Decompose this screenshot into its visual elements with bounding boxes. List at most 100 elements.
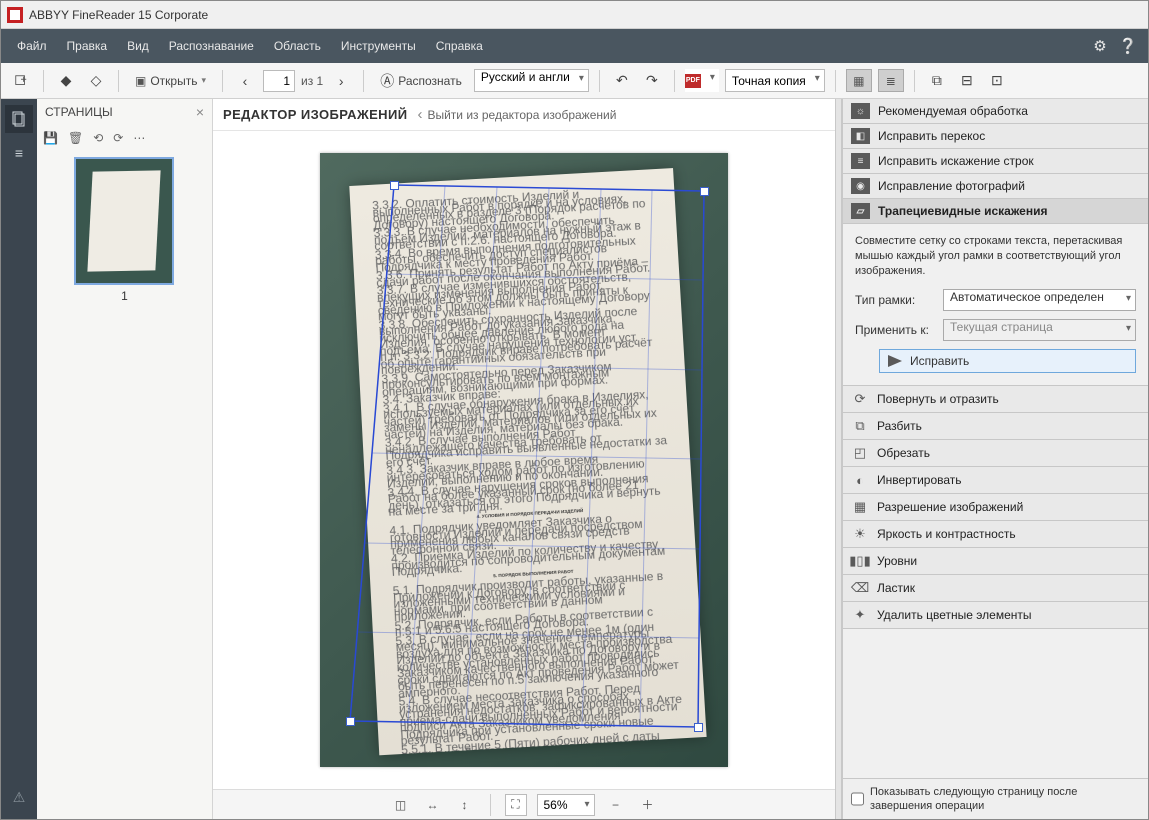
- menu-recognize[interactable]: Распознавание: [159, 33, 264, 59]
- rerecognize-button[interactable]: ⟳: [113, 131, 123, 145]
- tool-brightness[interactable]: ☀ Яркость и контрастность: [843, 521, 1148, 548]
- lines-icon: ≡: [851, 153, 870, 169]
- right-panel-footer: Показывать следующую страницу после заве…: [843, 778, 1148, 819]
- settings-icon[interactable]: ⚙: [1086, 37, 1114, 55]
- zoom-out-button[interactable]: −: [605, 794, 627, 816]
- open-button-label: Открыть: [150, 74, 197, 88]
- open-button[interactable]: ▣ Открыть ▾: [129, 70, 212, 92]
- zoom-select[interactable]: 56%: [537, 794, 595, 816]
- tool-invert[interactable]: ◐ Инвертировать: [843, 467, 1148, 494]
- pages-toolbar: 💾 🗑 ⟲ ⟳ ⋯: [37, 125, 212, 151]
- invert-icon: ◐: [851, 471, 869, 489]
- pages-panel-title: СТРАНИЦЫ: [45, 105, 113, 119]
- fit-width-button[interactable]: ↔: [422, 794, 444, 816]
- tool-photo-correction[interactable]: ◉ Исправление фотографий: [843, 174, 1148, 199]
- layer-down-icon[interactable]: ◇: [84, 69, 108, 93]
- editor-title: РЕДАКТОР ИЗОБРАЖЕНИЙ: [223, 107, 407, 122]
- recognize-icon: Ⓐ: [380, 71, 394, 91]
- tool-straighten-lines[interactable]: ≡ Исправить искажение строк: [843, 149, 1148, 174]
- language-select[interactable]: Русский и англи: [474, 69, 589, 92]
- tool-split[interactable]: ⧉ Разбить: [843, 413, 1148, 440]
- menu-help[interactable]: Справка: [426, 33, 493, 59]
- menubar: Файл Правка Вид Распознавание Область Ин…: [1, 29, 1148, 63]
- right-panel-resize-handle[interactable]: [835, 99, 842, 819]
- prev-page-button[interactable]: ‹: [233, 69, 257, 93]
- apply-to-label: Применить к:: [855, 323, 935, 337]
- tool-rotate[interactable]: ⟳ Повернуть и отразить: [843, 386, 1148, 413]
- trapezoid-handle-tl[interactable]: [390, 181, 399, 190]
- layer-up-icon[interactable]: ◆: [54, 69, 78, 93]
- trapezoid-settings: Совместите сетку со строками текста, пер…: [843, 224, 1148, 386]
- image-editor: РЕДАКТОР ИЗОБРАЖЕНИЙ ‹ Выйти из редактор…: [213, 99, 835, 819]
- frame-type-select[interactable]: Автоматическое определен: [943, 289, 1136, 311]
- page-total-label: из 1: [301, 74, 323, 88]
- new-task-button[interactable]: [9, 69, 33, 93]
- area-tool-1[interactable]: ⧉: [925, 69, 949, 93]
- editor-canvas[interactable]: 3.3.2. Оплатить стоимость Изделий и выпо…: [213, 131, 835, 789]
- tab-pages[interactable]: [5, 105, 33, 133]
- export-mode-select[interactable]: Точная копия: [725, 69, 825, 92]
- tab-list[interactable]: ≡: [5, 139, 33, 167]
- zoom-in-button[interactable]: ＋: [637, 794, 659, 816]
- menu-edit[interactable]: Правка: [57, 33, 118, 59]
- page-thumbnail[interactable]: 1: [74, 157, 176, 303]
- camera-icon: ◉: [851, 178, 870, 194]
- area-tool-3[interactable]: ⊡: [985, 69, 1009, 93]
- redo-button[interactable]: ↷: [640, 69, 664, 93]
- exit-editor-label: Выйти из редактора изображений: [427, 108, 616, 122]
- view-image-toggle[interactable]: ▦: [846, 69, 872, 92]
- frame-type-label: Тип рамки:: [855, 293, 935, 307]
- save-page-button[interactable]: 💾: [43, 131, 58, 145]
- view-text-toggle[interactable]: ≣: [878, 69, 904, 92]
- page-number-input[interactable]: [263, 70, 295, 92]
- menu-area[interactable]: Область: [264, 33, 331, 59]
- fit-selection-button[interactable]: ◫: [390, 794, 412, 816]
- exit-editor-button[interactable]: ‹ Выйти из редактора изображений: [417, 106, 616, 123]
- right-tools-panel: ☼ Рекомендуемая обработка ◧ Исправить пе…: [842, 99, 1148, 819]
- pdf-icon: PDF: [685, 74, 701, 88]
- trapezoid-icon: ▱: [851, 203, 870, 219]
- show-next-page-checkbox[interactable]: [851, 785, 864, 813]
- menu-file[interactable]: Файл: [7, 33, 57, 59]
- resolution-icon: ▦: [851, 498, 869, 516]
- titlebar: ABBYY FineReader 15 Corporate: [1, 1, 1148, 29]
- tool-crop[interactable]: ◰ Обрезать: [843, 440, 1148, 467]
- export-format-select[interactable]: PDF: [685, 69, 719, 92]
- warning-icon[interactable]: ⚠: [5, 783, 33, 811]
- recognize-button[interactable]: Ⓐ Распознать: [374, 67, 468, 95]
- menu-tools[interactable]: Инструменты: [331, 33, 426, 59]
- trapezoid-handle-br[interactable]: [694, 723, 703, 732]
- fit-page-button[interactable]: ⛶: [505, 794, 527, 816]
- fit-height-button[interactable]: ↕: [454, 794, 476, 816]
- show-next-page-label: Показывать следующую страницу после заве…: [870, 785, 1140, 813]
- tool-resolution[interactable]: ▦ Разрешение изображений: [843, 494, 1148, 521]
- trapezoid-handle-bl[interactable]: [346, 717, 355, 726]
- split-icon: ⧉: [851, 417, 869, 435]
- folder-icon: ▣: [135, 74, 146, 88]
- menu-view[interactable]: Вид: [117, 33, 159, 59]
- export-mode-label: Точная копия: [732, 74, 806, 88]
- apply-to-select[interactable]: Текущая страница: [943, 319, 1136, 341]
- close-pages-panel-button[interactable]: ×: [196, 104, 204, 120]
- area-tool-2[interactable]: ⊟: [955, 69, 979, 93]
- delete-page-button[interactable]: 🗑: [68, 131, 83, 145]
- tool-remove-color[interactable]: ✦ Удалить цветные элементы: [843, 602, 1148, 629]
- eraser-icon: ⌫: [851, 579, 869, 597]
- tool-levels[interactable]: ▮▯▮ Уровни: [843, 548, 1148, 575]
- apply-to-value: Текущая страница: [950, 320, 1053, 334]
- undo-button[interactable]: ↶: [610, 69, 634, 93]
- trapezoid-handle-tr[interactable]: [700, 187, 709, 196]
- tool-trapezoid[interactable]: ▱ Трапециевидные искажения: [843, 199, 1148, 224]
- tool-recommended[interactable]: ☼ Рекомендуемая обработка: [843, 99, 1148, 124]
- fix-button[interactable]: Исправить: [879, 349, 1136, 373]
- help-icon[interactable]: ❔: [1114, 37, 1142, 55]
- magic-wand-icon: ✦: [851, 606, 869, 624]
- recognize-button-label: Распознать: [398, 74, 462, 88]
- pages-more-button[interactable]: ⋯: [133, 131, 145, 145]
- tool-deskew[interactable]: ◧ Исправить перекос: [843, 124, 1148, 149]
- reanalyze-button[interactable]: ⟲: [93, 131, 103, 145]
- next-page-button[interactable]: ›: [329, 69, 353, 93]
- tool-eraser[interactable]: ⌫ Ластик: [843, 575, 1148, 602]
- frame-type-value: Автоматическое определен: [950, 290, 1104, 304]
- main-toolbar: ◆ ◇ ▣ Открыть ▾ ‹ из 1 › Ⓐ Распознать Ру…: [1, 63, 1148, 99]
